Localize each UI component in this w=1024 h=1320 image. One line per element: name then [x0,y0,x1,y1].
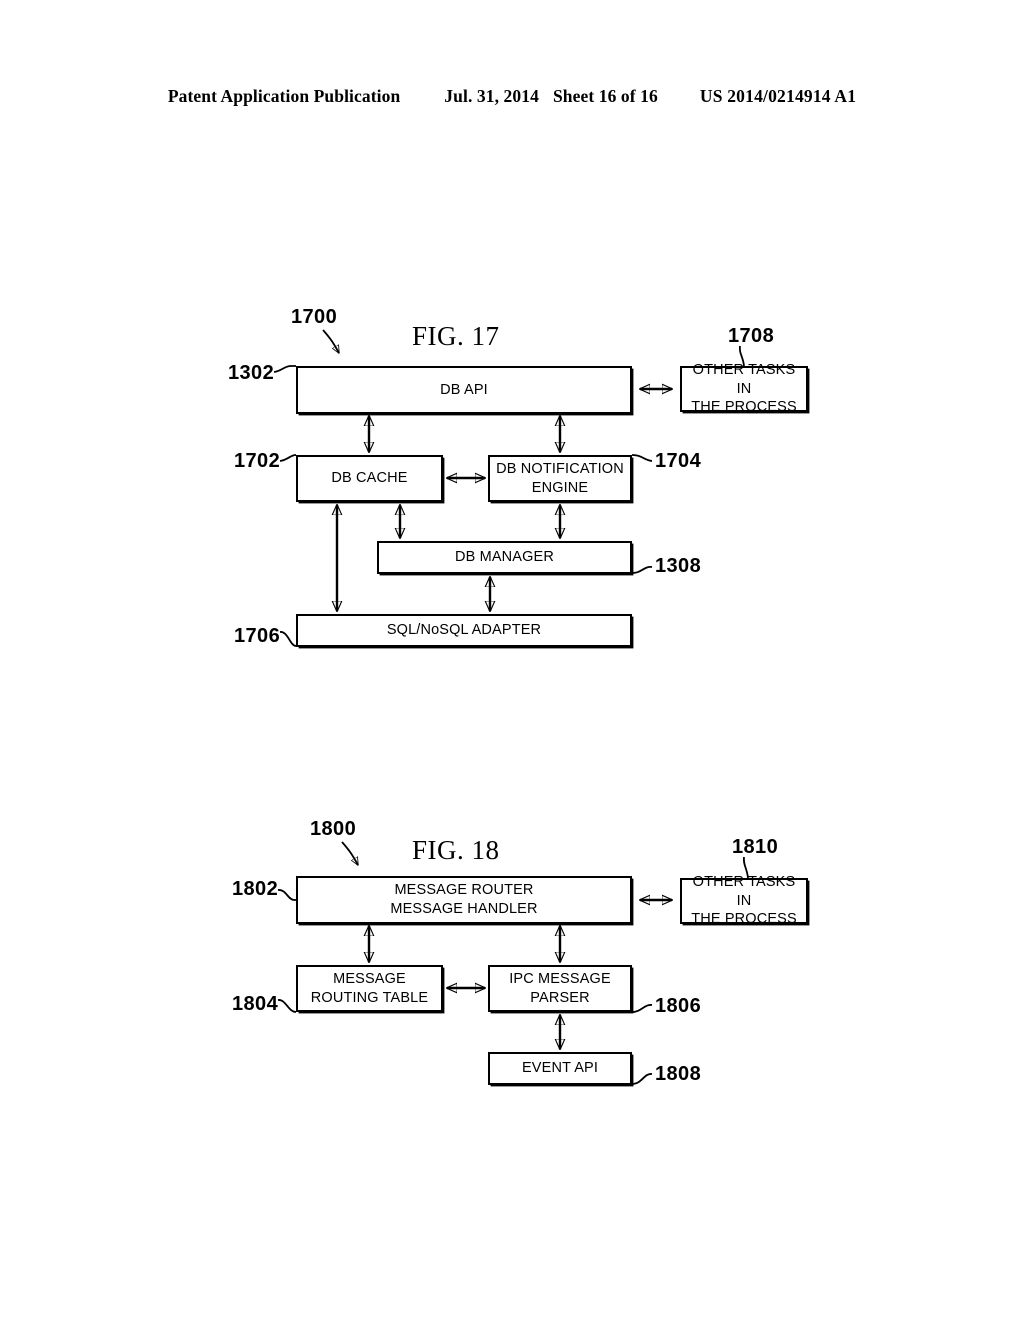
reference-numeral-1706: 1706 [234,625,281,647]
leader-1706 [279,631,297,647]
reference-numeral-1804: 1804 [232,993,279,1015]
block-other-tasks-label-18: OTHER TASKS IN THE PROCESS [691,874,797,928]
figure-18-reference-numeral: 1800 [310,818,357,840]
block-sql-nosql-adapter: SQL/NoSQL ADAPTER [296,614,632,647]
block-db-cache: DB CACHE [296,455,443,502]
block-db-notification-engine-label: DB NOTIFICATION ENGINE [496,460,624,496]
leader-1806 [631,1004,653,1013]
reference-numeral-1810: 1810 [732,836,779,858]
leader-1702 [279,454,297,462]
reference-numeral-1708: 1708 [728,325,775,347]
leader-1308 [631,566,653,574]
page-header: Patent Application Publication Jul. 31, … [0,86,1024,112]
leader-1804 [277,999,297,1013]
leader-1704 [631,454,653,462]
figure-17-connectors [273,329,745,647]
block-other-tasks-in-the-process-18: OTHER TASKS IN THE PROCESS [680,874,808,927]
block-message-routing-table-label: MESSAGE ROUTING TABLE [310,970,429,1006]
reference-numeral-1808: 1808 [655,1063,702,1085]
block-event-api: EVENT API [488,1052,632,1085]
reference-numeral-1308: 1308 [655,555,702,577]
block-other-tasks-label-17: OTHER TASKS IN THE PROCESS [691,362,797,416]
block-message-router-handler-label: MESSAGE ROUTER MESSAGE HANDLER [390,882,538,917]
figure-17-reference-numeral: 1700 [291,306,338,328]
block-ipc-message-parser-label: IPC MESSAGE PARSER [509,970,611,1006]
leader-1800 [341,841,358,865]
figure-18-connectors [277,841,749,1085]
header-patent-number: US 2014/0214914 A1 [699,86,857,106]
block-message-router-handler: MESSAGE ROUTER MESSAGE HANDLER [296,876,632,924]
block-sql-nosql-adapter-label: SQL/NoSQL ADAPTER [386,622,542,639]
figure-18-title: FIG. 18 [412,835,500,865]
reference-numeral-1302: 1302 [228,362,275,384]
leader-1808 [631,1073,653,1085]
figure-17-title: FIG. 17 [412,321,500,351]
reference-numeral-1802: 1802 [232,878,279,900]
block-ipc-message-parser: IPC MESSAGE PARSER [488,965,632,1012]
block-db-cache-label: DB CACHE [331,470,408,487]
leader-1302 [273,365,296,373]
block-message-routing-table: MESSAGE ROUTING TABLE [296,965,443,1012]
header-publication-text: Patent Application Publication [167,86,401,106]
header-sheet-text: Sheet 16 of 16 [552,86,658,106]
block-db-manager-label: DB MANAGER [455,549,554,566]
reference-numeral-1704: 1704 [655,450,702,472]
block-other-tasks-in-the-process-17: OTHER TASKS IN THE PROCESS [680,362,808,415]
reference-numeral-1702: 1702 [234,450,281,472]
block-event-api-label: EVENT API [521,1060,599,1077]
reference-numeral-1806: 1806 [655,995,702,1017]
leader-1700 [322,329,339,353]
header-date-text: Jul. 31, 2014 [444,86,539,106]
block-db-manager: DB MANAGER [377,541,632,574]
block-db-notification-engine: DB NOTIFICATION ENGINE [488,455,632,502]
leader-1802 [277,889,296,901]
block-db-api-label: DB API [440,381,488,398]
block-db-api: DB API [296,366,632,414]
